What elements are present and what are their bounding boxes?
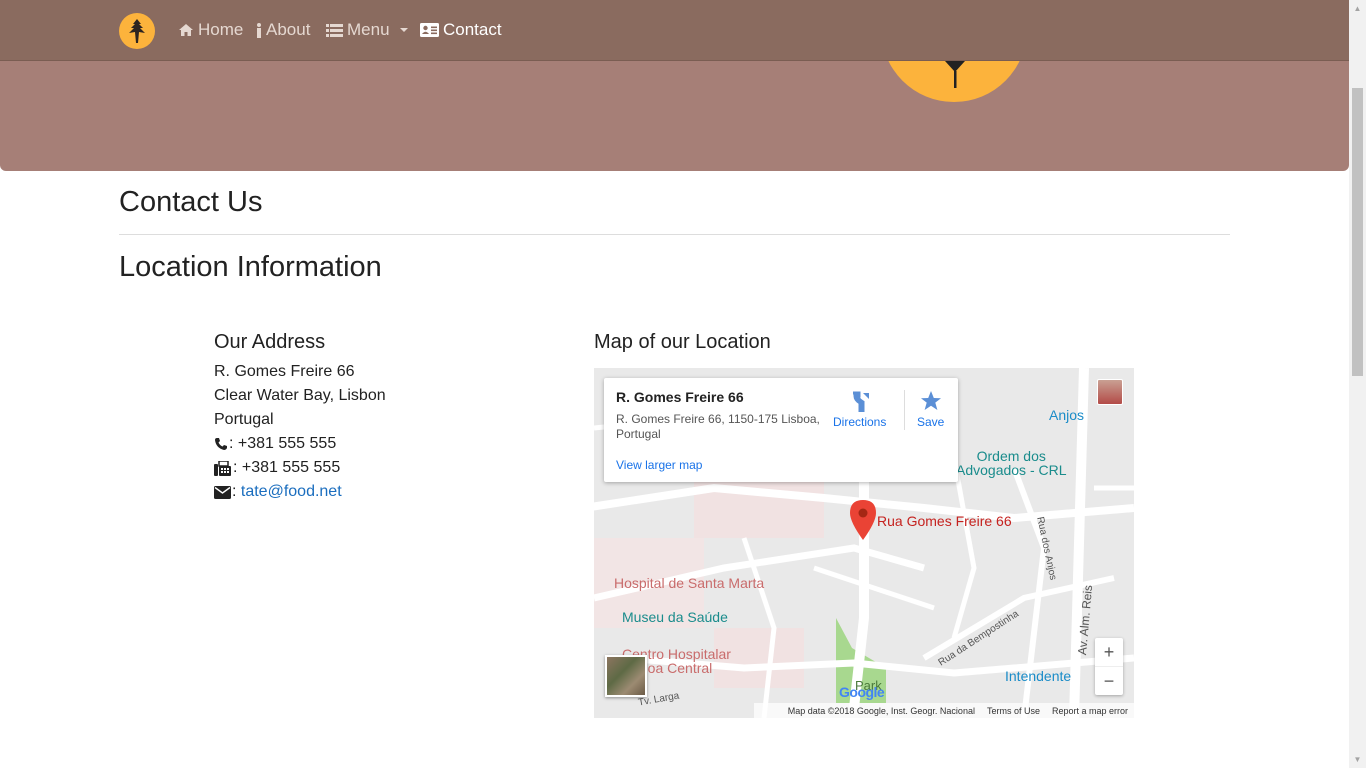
star-icon <box>920 391 941 410</box>
envelope-icon <box>214 485 231 499</box>
nav-menu-label: Menu <box>347 20 390 39</box>
info-icon <box>257 22 261 38</box>
phone-number: : +381 555 555 <box>229 435 337 452</box>
save-button[interactable]: Save <box>917 390 944 429</box>
nav-menu-dropdown[interactable]: Menu <box>326 20 408 40</box>
google-logo: Google <box>839 684 885 700</box>
email-link[interactable]: tate@food.net <box>241 480 342 504</box>
scroll-down-arrow-icon[interactable]: ▼ <box>1349 751 1366 768</box>
map-card-title: R. Gomes Freire 66 <box>616 389 744 405</box>
directions-label: Directions <box>833 415 887 429</box>
scroll-thumb[interactable] <box>1352 88 1363 376</box>
nav-about-label: About <box>266 20 311 39</box>
zoom-out-button[interactable]: − <box>1095 666 1123 695</box>
address-card-icon <box>420 23 439 37</box>
address-line-3: Portugal <box>214 411 274 428</box>
map-label-ordem-2: Advogados - CRL <box>956 462 1067 478</box>
email-line: : tate@food.net <box>214 480 386 504</box>
zoom-controls: + − <box>1095 638 1123 695</box>
fax-line: : +381 555 555 <box>214 456 386 480</box>
map-label-anjos: Anjos <box>1049 407 1085 423</box>
page-subtitle: Location Information <box>119 251 382 283</box>
map-card-address: R. Gomes Freire 66, 1150-175 Lisboa, Por… <box>616 412 820 441</box>
map-label-ordem-1: Ordem dos <box>976 448 1046 464</box>
map-data-attribution: Map data ©2018 Google, Inst. Geogr. Naci… <box>787 705 975 716</box>
fax-icon <box>214 460 232 476</box>
list-icon <box>326 23 343 37</box>
address-heading: Our Address <box>214 331 326 353</box>
directions-icon <box>852 391 869 413</box>
address-line-2: Clear Water Bay, Lisbon <box>214 387 386 404</box>
page-scrollbar[interactable]: ▲ ▼ <box>1349 0 1366 768</box>
nav-about[interactable]: About <box>256 20 310 40</box>
card-separator <box>904 390 905 430</box>
phone-line: : +381 555 555 <box>214 432 386 456</box>
zoom-in-button[interactable]: + <box>1095 638 1123 666</box>
map-label-intendente: Intendente <box>1005 668 1072 684</box>
home-icon <box>179 24 193 36</box>
user-avatar[interactable] <box>1097 379 1123 405</box>
email-separator: : <box>232 483 241 500</box>
report-map-error-link[interactable]: Report a map error <box>1052 706 1128 716</box>
address-block: Our Address R. Gomes Freire 66 Clear Wat… <box>214 331 386 504</box>
map-label-hospital: Hospital de Santa Marta <box>614 575 765 591</box>
nav-contact[interactable]: Contact <box>420 20 502 40</box>
view-larger-map-link[interactable]: View larger map <box>616 458 702 472</box>
embedded-map[interactable]: Rua Gomes Freire 66 Hospital de Santa Ma… <box>594 368 1134 718</box>
satellite-toggle[interactable] <box>605 655 647 697</box>
divider <box>119 234 1230 235</box>
page-title: Contact Us <box>119 186 263 218</box>
phone-icon <box>214 437 228 451</box>
address-line-1: R. Gomes Freire 66 <box>214 363 355 380</box>
directions-button[interactable]: Directions <box>833 390 886 429</box>
map-heading: Map of our Location <box>594 331 771 353</box>
terms-of-use-link[interactable]: Terms of Use <box>987 706 1040 716</box>
scroll-up-arrow-icon[interactable]: ▲ <box>1349 0 1366 17</box>
brand-logo[interactable] <box>119 13 155 49</box>
map-label-museu: Museu da Saúde <box>622 609 728 625</box>
wine-glass-icon <box>945 61 965 88</box>
nav-contact-label: Contact <box>443 20 502 39</box>
map-footer: Map data ©2018 Google, Inst. Geogr. Naci… <box>754 703 1134 718</box>
nav-home[interactable]: Home <box>178 20 243 40</box>
map-section: Map of our Location <box>594 331 771 354</box>
map-pin-icon[interactable] <box>850 500 876 540</box>
nav-home-label: Home <box>198 20 244 39</box>
map-info-card: R. Gomes Freire 66 R. Gomes Freire 66, 1… <box>604 378 958 482</box>
map-label-ordem: Ordem dos Advogados - CRL <box>956 449 1067 477</box>
caret-down-icon <box>399 28 408 32</box>
navbar: Home About Menu Contact <box>0 0 1349 61</box>
save-label: Save <box>917 415 945 429</box>
map-pin-label: Rua Gomes Freire 66 <box>877 513 1012 529</box>
fax-number: : +381 555 555 <box>233 459 341 476</box>
leaf-icon <box>129 19 145 43</box>
